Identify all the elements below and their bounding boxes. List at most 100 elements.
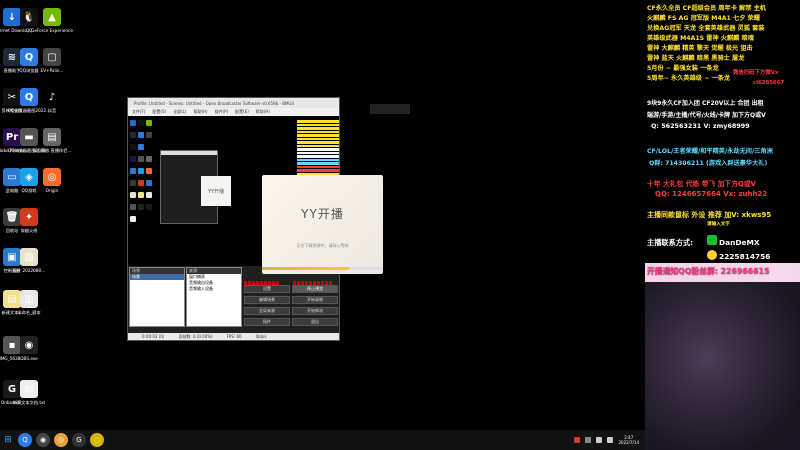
mini-desktop-icon xyxy=(146,204,152,210)
desktop-icon[interactable]: ▥ 未命名_副本 xyxy=(5,290,53,315)
overlay-line: 雷神 大麒麟 精英 擎天 觉醒 极光 狙击 xyxy=(647,45,753,52)
desktop-app-icon: ▤ xyxy=(20,380,38,398)
obs-menu-item[interactable]: 配置(E) xyxy=(235,109,249,115)
desktop-icon-label: EV+Palin... xyxy=(40,68,64,73)
desktop-icon[interactable]: ▤ 双击播放 直播伴侣... xyxy=(28,128,76,153)
edit-scene-button[interactable]: 编辑场景 xyxy=(244,296,290,304)
desktop-app-icon: ▥ xyxy=(20,290,38,308)
mini-desktop-icon xyxy=(130,132,136,138)
status-time: 0:00:03 (0) xyxy=(142,334,165,339)
yy-subtitle: 正在下载资源中，请耐心等待 xyxy=(296,243,349,248)
start-streaming-button[interactable]: 开始串流 xyxy=(292,307,338,315)
qq-icon xyxy=(707,250,717,260)
desktop-icon-label: 双击播放 直播伴侣... xyxy=(32,148,72,153)
obs-statusbar: 0:00:03 (0) 丢帧数: 0 (0.00%) FPS: 60 0kb/s xyxy=(128,333,339,340)
taskbar: ⊞ Q ◉ ◎ G ◌ 2:47 2022/7/14 xyxy=(0,430,645,450)
tray-network-icon[interactable] xyxy=(596,437,603,443)
mini-yy-dialog: YY开播 xyxy=(201,176,231,206)
tray-app-icon[interactable] xyxy=(585,437,592,443)
status-bitrate: 0kb/s xyxy=(255,334,267,339)
global-sources-button[interactable]: 全局来源 xyxy=(244,307,290,315)
mini-overlay-line xyxy=(297,169,339,172)
yy-progress-fill xyxy=(262,267,350,270)
status-fps: FPS: 60 xyxy=(226,334,242,339)
mini-desktop-icon xyxy=(130,180,136,186)
mini-desktop-icon xyxy=(130,144,136,150)
desktop-icon[interactable]: ✦ 穿越火线 xyxy=(5,208,53,233)
overlay-line: QQ: 1246657664 Vx: zuhh22 xyxy=(655,190,768,198)
obs-menu-item[interactable]: 插件(P) xyxy=(215,109,229,115)
scene-item[interactable]: 场景 xyxy=(130,274,184,280)
mini-overlay-line xyxy=(297,144,339,147)
overlay-promo-sub: cl6285667 xyxy=(753,80,785,86)
mini-overlay-line xyxy=(297,155,339,158)
desktop-icon[interactable]: ♪ 抖音 xyxy=(28,88,76,113)
tray-volume-icon[interactable] xyxy=(607,437,614,443)
mini-desktop-icon xyxy=(138,156,144,162)
yy-loading-dialog: YY开播 正在下载资源中，请耐心等待 xyxy=(262,175,383,274)
desktop-app-icon: ♪ xyxy=(43,88,61,106)
obs-menu-item[interactable]: 帮助(H) xyxy=(256,109,270,115)
overlay-line: 火麒麟 FS AG 冠军版 M4A1 七夕 荣耀 xyxy=(647,15,760,22)
obs-titlebar[interactable]: Profile: Untitled - Scenes: Untitled - O… xyxy=(128,98,339,108)
obs-menu-item[interactable]: 全屏(L) xyxy=(173,109,186,115)
desktop-icon-label: GeForce Experience xyxy=(31,28,73,33)
desktop-app-icon: ▨ xyxy=(20,248,38,266)
taskbar-app-icon[interactable]: Q xyxy=(18,433,32,447)
taskbar-app-icon[interactable]: G xyxy=(72,433,86,447)
overlay-line: 十年 大礼包 代练 带飞 加下方Q或V xyxy=(647,180,756,188)
overlay-line: Q: 562563231 V: zmy68999 xyxy=(651,122,750,130)
mini-desktop-icon xyxy=(130,192,136,198)
plugins-button[interactable]: 插件 xyxy=(244,318,290,326)
start-button[interactable]: ⊞ xyxy=(0,430,16,450)
settings-button[interactable]: 设置 xyxy=(244,285,290,293)
desktop-icon-label: 未命名_副本 xyxy=(17,310,41,315)
start-recording-button[interactable]: 开始录制 xyxy=(292,296,338,304)
mini-desktop-icon xyxy=(146,156,152,162)
system-tray: 2:47 2022/7/14 xyxy=(574,430,639,450)
desktop-icon-label: 穿越火线 xyxy=(20,228,38,233)
mini-overlay-line xyxy=(297,137,339,140)
mini-desktop-icon xyxy=(138,168,144,174)
mini-overlay-line xyxy=(297,127,339,130)
status-dropped: 丢帧数: 0 (0.00%) xyxy=(178,333,213,339)
mini-desktop-icon xyxy=(146,132,152,138)
mini-overlay-line xyxy=(297,123,339,126)
desktop-icon[interactable]: ◎ Origin xyxy=(28,168,76,193)
obs-menu-item[interactable]: 文件(F) xyxy=(132,109,145,115)
overlay-line: CF永久全员 CF超级会员 周年卡 解禁 主机 xyxy=(647,5,766,12)
screen: ↓Internet Downlo...🐧QQ▲GeForce Experienc… xyxy=(0,0,800,450)
mini-desktop-icon xyxy=(130,168,136,174)
mini-desktop-icon xyxy=(138,192,144,198)
mini-overlay-line xyxy=(297,165,339,168)
mini-desktop-icon xyxy=(138,132,144,138)
mini-overlay-line xyxy=(297,148,339,151)
mini-overlay-line xyxy=(297,162,339,165)
obs-menu-item[interactable]: 帮助(H) xyxy=(193,109,207,115)
mini-overlay-line xyxy=(297,120,339,123)
mini-desktop-icon xyxy=(138,180,144,186)
exit-button[interactable]: 退出 xyxy=(292,318,338,326)
obs-menu-item[interactable]: 配置(S) xyxy=(152,109,166,115)
stop-preview-button[interactable]: 停止预览 xyxy=(292,285,338,293)
mini-yy-title: YY开播 xyxy=(207,188,225,195)
taskbar-app-icon[interactable]: ◌ xyxy=(90,433,104,447)
source-item[interactable]: 音频输入设备 xyxy=(187,286,241,292)
mini-desktop-icon xyxy=(138,120,144,126)
tray-netease-icon[interactable] xyxy=(574,437,581,443)
desktop-icon[interactable]: ▲ GeForce Experience xyxy=(28,8,76,33)
desktop-icon[interactable]: ▤ 新建文本文档.txt xyxy=(5,380,53,405)
mini-overlay-line xyxy=(297,151,339,154)
desktop-icon[interactable]: ▨ 图片 2022080... xyxy=(5,248,53,273)
clock-date: 2022/7/14 xyxy=(618,440,639,445)
desktop-icon[interactable]: ◉ OBS.exe xyxy=(5,336,53,361)
mini-overlay-line xyxy=(297,130,339,133)
taskbar-apps: Q ◉ ◎ G ◌ xyxy=(16,433,106,447)
mini-desktop-icon xyxy=(138,144,144,150)
taskbar-app-icon[interactable]: ◉ xyxy=(36,433,50,447)
desktop-icon[interactable]: ▢ EV+Palin... xyxy=(28,48,76,73)
mini-overlay-line xyxy=(297,141,339,144)
taskbar-app-icon[interactable]: ◎ xyxy=(54,433,68,447)
taskbar-clock[interactable]: 2:47 2022/7/14 xyxy=(618,435,639,445)
floating-bar xyxy=(370,104,410,114)
